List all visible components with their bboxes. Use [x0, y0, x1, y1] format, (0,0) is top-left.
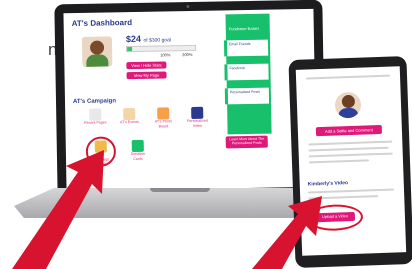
- arrow-pointer-left: [12, 150, 104, 269]
- pointer-arrows: [12, 150, 322, 269]
- arrow-pointer-right: [252, 196, 322, 269]
